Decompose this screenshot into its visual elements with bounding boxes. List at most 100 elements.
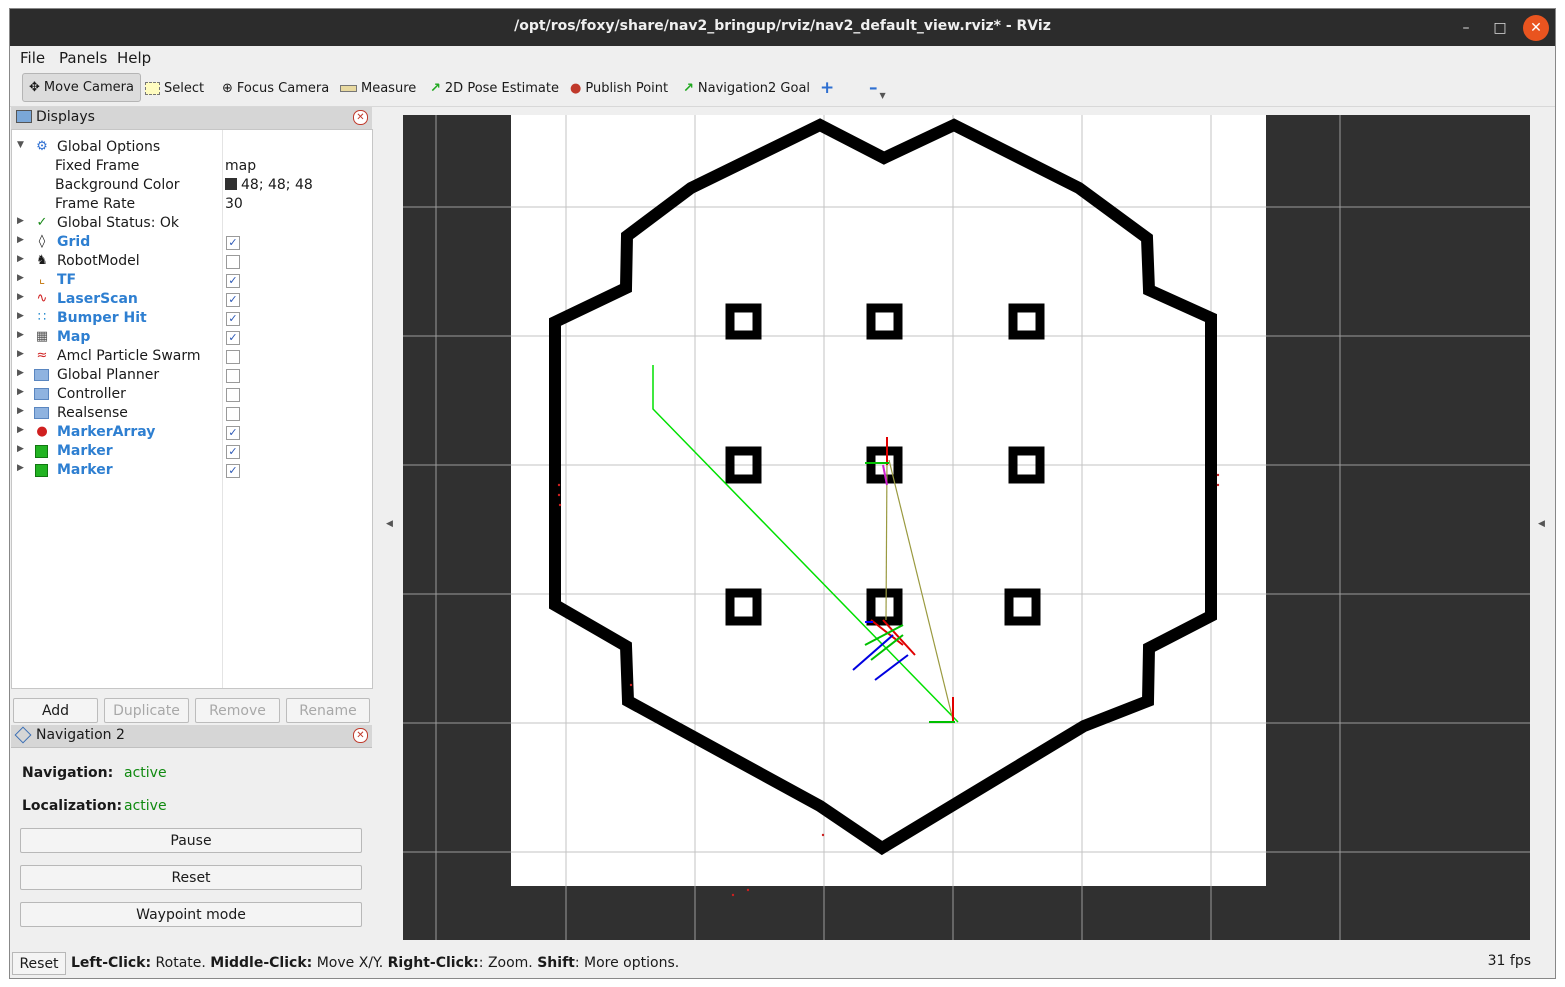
tree-row-markerarray[interactable]: ▶ ● MarkerArray ✓ — [12, 424, 372, 443]
displays-tree: ▼ ⚙ Global Options Fixed Frame map Backg… — [11, 129, 373, 689]
enable-checkbox[interactable]: ✓ — [226, 445, 240, 459]
tree-row-tf[interactable]: ▶ ⌞ TF ✓ — [12, 272, 372, 291]
focus-camera-tool[interactable]: ⊕ Focus Camera — [222, 76, 329, 100]
remove-tool-icon[interactable]: – ▼ — [869, 76, 886, 100]
menu-panels[interactable]: Panels — [59, 49, 107, 67]
collapse-right-icon[interactable]: ◀ — [1538, 519, 1545, 529]
dropdown-icon[interactable]: ▼ — [880, 91, 886, 100]
marker-icon — [35, 464, 48, 477]
close-icon[interactable]: ✕ — [1523, 15, 1549, 41]
fixed-frame-value[interactable]: map — [225, 158, 256, 174]
tree-row-grid[interactable]: ▶ ◊ Grid ✓ — [12, 234, 372, 253]
collapsed-arrow-icon[interactable]: ▶ — [17, 425, 24, 435]
tree-row-amcl[interactable]: ▶ ≈ Amcl Particle Swarm — [12, 348, 372, 367]
close-panel-icon[interactable]: ✕ — [353, 110, 368, 125]
enable-checkbox[interactable]: ✓ — [226, 312, 240, 326]
tree-row-map[interactable]: ▶ ▦ Map ✓ — [12, 329, 372, 348]
enable-checkbox[interactable] — [226, 388, 240, 402]
monitor-icon — [16, 110, 32, 123]
minimize-icon[interactable]: – — [1453, 15, 1479, 41]
collapsed-arrow-icon[interactable]: ▶ — [17, 292, 24, 302]
collapsed-arrow-icon[interactable]: ▶ — [17, 235, 24, 245]
render-viewport[interactable] — [403, 115, 1530, 940]
nav-goal-tool[interactable]: ↗ Navigation2 Goal — [683, 76, 810, 100]
collapsed-arrow-icon[interactable]: ▶ — [17, 444, 24, 454]
rename-button[interactable]: Rename — [286, 698, 370, 723]
tree-row-frame-rate[interactable]: Frame Rate 30 — [12, 196, 372, 215]
enable-checkbox[interactable] — [226, 407, 240, 421]
collapsed-arrow-icon[interactable]: ▶ — [17, 273, 24, 283]
left-splitter[interactable]: ◀ — [382, 107, 400, 943]
publish-point-tool[interactable]: ● Publish Point — [570, 76, 668, 100]
display-label: Realsense — [57, 405, 128, 421]
collapsed-arrow-icon[interactable]: ▶ — [17, 368, 24, 378]
enable-checkbox[interactable] — [226, 369, 240, 383]
enable-checkbox[interactable]: ✓ — [226, 331, 240, 345]
enable-checkbox[interactable]: ✓ — [226, 293, 240, 307]
close-panel-icon[interactable]: ✕ — [353, 728, 368, 743]
move-camera-tool[interactable]: ✥ Move Camera — [22, 73, 141, 102]
help-right-desc: : Zoom. — [478, 955, 538, 971]
pause-button[interactable]: Pause — [20, 828, 362, 853]
collapsed-arrow-icon[interactable]: ▶ — [17, 387, 24, 397]
measure-tool[interactable]: Measure — [340, 76, 416, 100]
tree-row-fixed-frame[interactable]: Fixed Frame map — [12, 158, 372, 177]
tree-row-realsense[interactable]: ▶ Realsense — [12, 405, 372, 424]
reset-view-button[interactable]: Reset — [12, 952, 66, 975]
collapsed-arrow-icon[interactable]: ▶ — [17, 254, 24, 264]
displays-header: Displays ✕ — [11, 107, 372, 130]
collapse-left-icon[interactable]: ◀ — [386, 519, 393, 529]
enable-checkbox[interactable]: ✓ — [226, 236, 240, 250]
menu-help[interactable]: Help — [117, 49, 151, 67]
display-label: Amcl Particle Swarm — [57, 348, 201, 364]
frame-rate-value[interactable]: 30 — [225, 196, 243, 212]
background-color-value[interactable]: 48; 48; 48 — [225, 177, 313, 193]
collapsed-arrow-icon[interactable]: ▶ — [17, 216, 24, 226]
collapsed-arrow-icon[interactable]: ▶ — [17, 406, 24, 416]
pose-estimate-tool[interactable]: ↗ 2D Pose Estimate — [430, 76, 559, 100]
localization-label: Localization: — [22, 798, 123, 814]
tree-row-robotmodel[interactable]: ▶ ♞ RobotModel — [12, 253, 372, 272]
tree-row-marker[interactable]: ▶ Marker ✓ — [12, 462, 372, 481]
enable-checkbox[interactable] — [226, 350, 240, 364]
robot-icon: ♞ — [36, 253, 48, 268]
collapsed-arrow-icon[interactable]: ▶ — [17, 311, 24, 321]
enable-checkbox[interactable]: ✓ — [226, 426, 240, 440]
enable-checkbox[interactable]: ✓ — [226, 274, 240, 288]
nav-goal-label: Navigation2 Goal — [697, 80, 811, 96]
folder-icon — [34, 407, 49, 419]
collapsed-arrow-icon[interactable]: ▶ — [17, 330, 24, 340]
duplicate-button[interactable]: Duplicate — [104, 698, 189, 723]
tree-row-laserscan[interactable]: ▶ ∿ LaserScan ✓ — [12, 291, 372, 310]
map-view — [403, 115, 1530, 940]
tree-row-global-planner[interactable]: ▶ Global Planner — [12, 367, 372, 386]
enable-checkbox[interactable]: ✓ — [226, 464, 240, 478]
map-icon: ▦ — [35, 329, 49, 344]
tree-row-controller[interactable]: ▶ Controller — [12, 386, 372, 405]
publish-point-label: Publish Point — [585, 80, 669, 96]
remove-button[interactable]: Remove — [195, 698, 280, 723]
select-label: Select — [164, 80, 205, 96]
enable-checkbox[interactable] — [226, 255, 240, 269]
reset-nav-button[interactable]: Reset — [20, 865, 362, 890]
select-tool[interactable]: Select — [145, 76, 204, 100]
collapsed-arrow-icon[interactable]: ▶ — [17, 463, 24, 473]
tree-row-marker[interactable]: ▶ Marker ✓ — [12, 443, 372, 462]
map-pin-icon: ● — [570, 80, 582, 96]
tree-row-global-options[interactable]: ▼ ⚙ Global Options — [12, 139, 372, 158]
tree-row-global-status[interactable]: ▶ ✓ Global Status: Ok — [12, 215, 372, 234]
fixed-frame-label: Fixed Frame — [55, 158, 140, 174]
maximize-icon[interactable]: □ — [1487, 15, 1513, 41]
tree-row-bumper-hit[interactable]: ▶ ∷ Bumper Hit ✓ — [12, 310, 372, 329]
help-left-key: Left-Click: — [71, 955, 152, 971]
right-splitter[interactable]: ◀ — [1534, 107, 1552, 943]
add-tool-icon[interactable]: + — [820, 76, 834, 100]
waypoint-mode-button[interactable]: Waypoint mode — [20, 902, 362, 927]
marker-array-icon: ● — [36, 424, 48, 439]
add-button[interactable]: Add — [13, 698, 98, 723]
navigation-status: active — [124, 765, 167, 781]
collapsed-arrow-icon[interactable]: ▶ — [17, 349, 24, 359]
expanded-arrow-icon[interactable]: ▼ — [17, 140, 24, 150]
menu-file[interactable]: File — [20, 49, 45, 67]
tree-row-background-color[interactable]: Background Color 48; 48; 48 — [12, 177, 372, 196]
